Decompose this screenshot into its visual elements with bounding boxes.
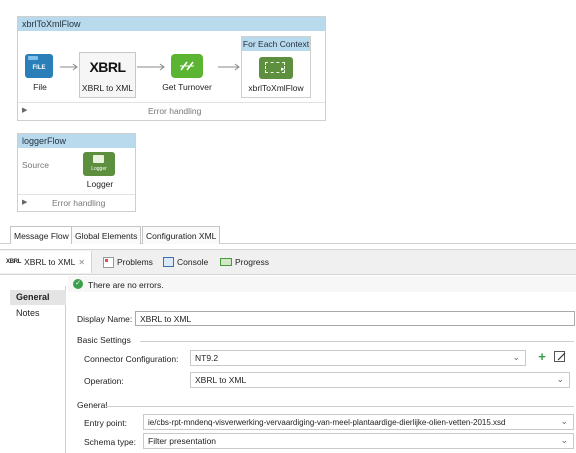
- connector-config-label: Connector Configuration:: [84, 354, 179, 364]
- expand-triangle-icon[interactable]: ▶: [22, 198, 27, 206]
- entry-point-select[interactable]: ie/cbs-rpt-mndenq-visverwerking-vervaard…: [143, 414, 574, 430]
- get-turnover-node[interactable]: Get Turnover: [158, 52, 216, 98]
- view-tab-console[interactable]: Console: [163, 251, 208, 273]
- sidebar-item-notes[interactable]: Notes: [10, 307, 66, 321]
- operation-select[interactable]: XBRL to XML ⌄: [190, 372, 570, 388]
- section-divider: [106, 406, 574, 407]
- for-each-node-label: xbrlToXmlFlow: [248, 83, 304, 93]
- expand-triangle-icon[interactable]: ▶: [22, 106, 27, 114]
- chevron-down-icon: ⌄: [556, 374, 564, 384]
- console-icon: [163, 257, 174, 267]
- connector-config-select[interactable]: NT9.2 ⌄: [190, 350, 526, 366]
- flow-title: loggerFlow: [18, 134, 135, 148]
- view-tab-label: Console: [177, 257, 209, 267]
- edit-config-icon[interactable]: [554, 351, 566, 362]
- tab-message-flow[interactable]: Message Flow: [10, 226, 73, 244]
- chevron-down-icon: ⌄: [560, 416, 568, 427]
- status-message: There are no errors.: [88, 280, 164, 290]
- display-name-label: Display Name:: [77, 314, 133, 324]
- tab-configuration-xml[interactable]: Configuration XML: [142, 226, 221, 244]
- close-icon[interactable]: ✕: [78, 258, 85, 267]
- general-header: General: [77, 400, 108, 410]
- error-handling-label: Error handling: [148, 106, 202, 116]
- xbrl-small-icon: XBRL: [6, 259, 22, 265]
- schema-type-label: Schema type:: [84, 437, 136, 447]
- file-node[interactable]: FILE File: [20, 52, 60, 100]
- for-each-title: For Each Context: [242, 37, 310, 51]
- chevron-down-icon: ⌄: [560, 435, 568, 445]
- problems-icon: [103, 256, 114, 268]
- section-divider: [140, 341, 574, 342]
- xbrl-icon: XBRL: [89, 59, 126, 75]
- view-tab-problems[interactable]: Problems: [103, 251, 153, 273]
- file-icon-text: FILE: [32, 65, 46, 71]
- flow-arrow: [218, 63, 240, 71]
- logger-icon: Logger: [83, 152, 115, 176]
- source-label: Source: [22, 160, 49, 170]
- file-icon-tab: [28, 56, 38, 60]
- basic-settings-header: Basic Settings: [77, 335, 131, 345]
- transform-icon: [171, 54, 203, 78]
- display-name-field[interactable]: XBRL to XML: [135, 311, 575, 326]
- view-tab-label: Progress: [235, 257, 270, 267]
- flow-arrow: [60, 63, 78, 71]
- error-handling-row[interactable]: ▶ Error handling: [18, 194, 135, 211]
- schema-type-select[interactable]: Filter presentation ⌄: [143, 433, 574, 449]
- add-config-icon[interactable]: +: [536, 350, 548, 363]
- logger-node[interactable]: Logger Logger: [78, 150, 122, 192]
- error-handling-row[interactable]: ▶ Error handling: [18, 102, 325, 120]
- view-tab-progress[interactable]: Progress: [220, 251, 269, 273]
- chevron-down-icon: ⌄: [512, 352, 520, 362]
- view-tab-label: XBRL to XML: [24, 257, 76, 267]
- logger-icon-text: Logger: [91, 166, 107, 172]
- error-handling-label: Error handling: [52, 198, 106, 208]
- sidebar-item-general[interactable]: General: [10, 290, 66, 305]
- tab-global-elements[interactable]: Global Elements: [71, 226, 142, 244]
- progress-icon: [220, 258, 232, 266]
- file-icon: FILE: [25, 54, 53, 78]
- get-turnover-label: Get Turnover: [162, 82, 212, 92]
- xbrl-to-xml-node[interactable]: XBRL XBRL to XML: [79, 52, 136, 98]
- flow-title: xbrlToXmlFlow: [18, 17, 325, 31]
- flow-ref-icon: ▸: [259, 57, 293, 79]
- view-tab-label: Problems: [117, 257, 153, 267]
- check-icon: ✓: [73, 279, 83, 289]
- entry-point-label: Entry point:: [84, 418, 127, 428]
- logger-node-label: Logger: [86, 179, 114, 189]
- file-node-label: File: [33, 82, 47, 92]
- xbrl-node-label: XBRL to XML: [81, 83, 134, 93]
- view-tab-xbrl[interactable]: XBRL XBRL to XML ✕: [0, 251, 93, 273]
- for-each-scope[interactable]: For Each Context ▸ xbrlToXmlFlow: [241, 36, 311, 98]
- operation-label: Operation:: [84, 376, 124, 386]
